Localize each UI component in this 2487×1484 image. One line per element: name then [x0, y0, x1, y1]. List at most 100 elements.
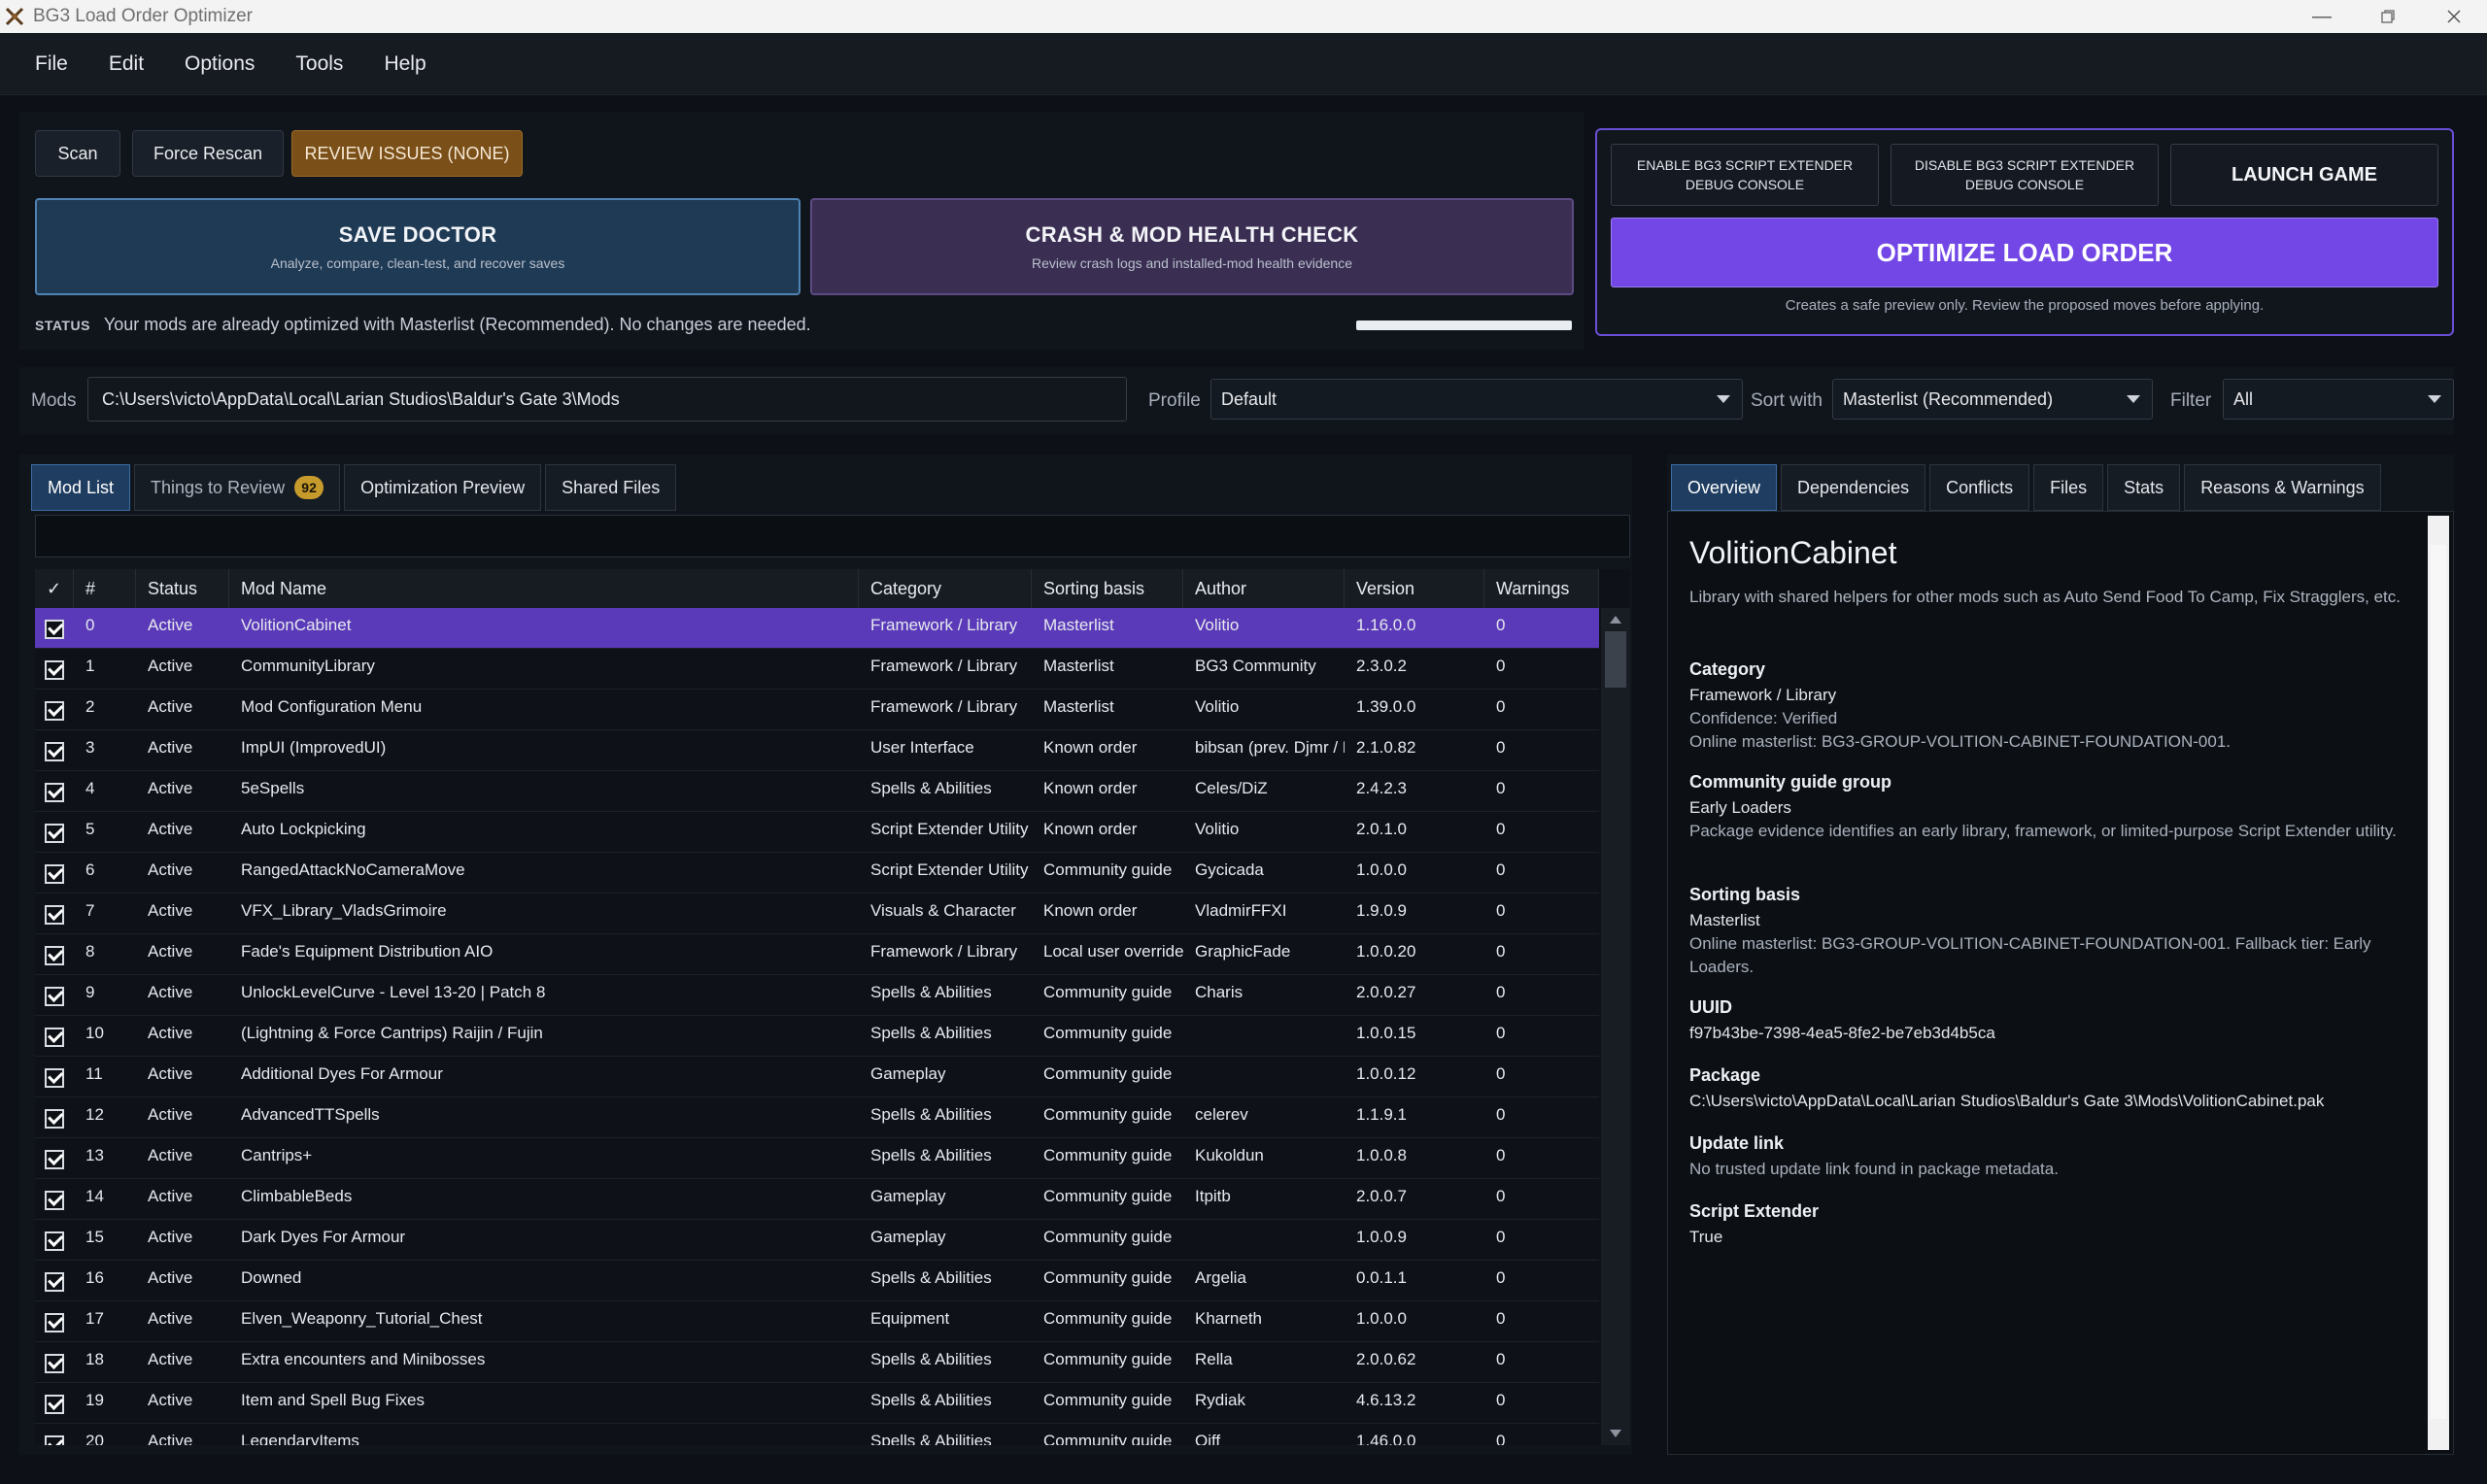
- header-author[interactable]: Author: [1183, 569, 1345, 608]
- review-issues-button[interactable]: REVIEW ISSUES (NONE): [291, 130, 523, 177]
- crash-health-check-button[interactable]: CRASH & MOD HEALTH CHECK Review crash lo…: [810, 198, 1574, 295]
- table-row[interactable]: 9 Active UnlockLevelCurve - Level 13-20 | …: [35, 975, 1599, 1016]
- row-checkbox[interactable]: [45, 1191, 64, 1210]
- header-category[interactable]: Category: [859, 569, 1032, 608]
- tab-stats[interactable]: Stats: [2107, 464, 2181, 511]
- table-row[interactable]: 5 Active Auto Lockpicking Script Extender U…: [35, 812, 1599, 853]
- table-row[interactable]: 8 Active Fade's Equipment Distribution AIO…: [35, 934, 1599, 975]
- table-row[interactable]: 13 Active Cantrips+ Spells & Abilities Commu…: [35, 1138, 1599, 1179]
- table-row[interactable]: 4 Active 5eSpells Spells & Abilities Known o…: [35, 771, 1599, 812]
- row-version: 1.0.0.0: [1356, 860, 1407, 879]
- menu-file[interactable]: File: [35, 52, 68, 76]
- table-row[interactable]: 0 Active VolitionCabinet Framework / Librar…: [35, 608, 1599, 649]
- menu-help[interactable]: Help: [384, 52, 426, 76]
- row-checkbox[interactable]: [45, 1150, 64, 1169]
- row-version: 2.4.2.3: [1356, 779, 1407, 797]
- row-checkbox[interactable]: [45, 1354, 64, 1373]
- table-row[interactable]: 17 Active Elven_Weaponry_Tutorial_Chest Equ…: [35, 1301, 1599, 1342]
- tab-things-to-review[interactable]: Things to Review 92: [134, 464, 341, 511]
- row-sorting-basis: Community guide: [1043, 1391, 1173, 1409]
- row-author: Volitio: [1195, 697, 1240, 716]
- mod-search-input[interactable]: [35, 515, 1630, 557]
- table-row[interactable]: 19 Active Item and Spell Bug Fixes Spells &…: [35, 1383, 1599, 1424]
- header-warnings[interactable]: Warnings: [1484, 569, 1599, 608]
- row-checkbox[interactable]: [45, 864, 64, 884]
- row-checkbox[interactable]: [45, 783, 64, 802]
- row-checkbox[interactable]: [45, 1231, 64, 1251]
- tab-dependencies[interactable]: Dependencies: [1781, 464, 1926, 511]
- row-status: Active: [148, 1432, 193, 1445]
- save-doctor-button[interactable]: SAVE DOCTOR Analyze, compare, clean-test…: [35, 198, 801, 295]
- row-checkbox[interactable]: [45, 1068, 64, 1088]
- scroll-down-icon[interactable]: [1610, 1430, 1621, 1437]
- row-checkbox[interactable]: [45, 701, 64, 721]
- table-row[interactable]: 16 Active Downed Spells & Abilities Communit…: [35, 1261, 1599, 1301]
- header-check[interactable]: ✓: [35, 569, 74, 608]
- scrollbar-thumb[interactable]: [1605, 631, 1626, 688]
- header-number[interactable]: #: [74, 569, 136, 608]
- uuid-heading: UUID: [1689, 997, 1732, 1017]
- enable-debug-console-button[interactable]: ENABLE BG3 SCRIPT EXTENDER DEBUG CONSOLE: [1611, 144, 1879, 206]
- table-row[interactable]: 7 Active VFX_Library_VladsGrimoire Visuals …: [35, 894, 1599, 934]
- table-row[interactable]: 18 Active Extra encounters and Minibosses S…: [35, 1342, 1599, 1383]
- scroll-up-icon[interactable]: [1610, 616, 1621, 624]
- table-scrollbar[interactable]: [1601, 608, 1630, 1445]
- row-checkbox[interactable]: [45, 824, 64, 843]
- table-row[interactable]: 12 Active AdvancedTTSpells Spells & Abiliti…: [35, 1097, 1599, 1138]
- table-row[interactable]: 15 Active Dark Dyes For Armour Gameplay Comm…: [35, 1220, 1599, 1261]
- menu-edit[interactable]: Edit: [109, 52, 144, 76]
- close-icon[interactable]: [2421, 0, 2487, 33]
- scan-button[interactable]: Scan: [35, 130, 120, 177]
- table-row[interactable]: 14 Active ClimbableBeds Gameplay Community g…: [35, 1179, 1599, 1220]
- row-checkbox[interactable]: [45, 620, 64, 639]
- minimize-icon[interactable]: —: [2289, 0, 2355, 33]
- sort-select[interactable]: Masterlist (Recommended): [1832, 379, 2153, 420]
- table-row[interactable]: 1 Active CommunityLibrary Framework / Libra…: [35, 649, 1599, 690]
- optimize-load-order-button[interactable]: OPTIMIZE LOAD ORDER: [1611, 218, 2438, 287]
- row-checkbox[interactable]: [45, 742, 64, 761]
- table-row[interactable]: 6 Active RangedAttackNoCameraMove Script Ex…: [35, 853, 1599, 894]
- row-checkbox[interactable]: [45, 1028, 64, 1047]
- force-rescan-button[interactable]: Force Rescan: [132, 130, 284, 177]
- row-checkbox[interactable]: [45, 905, 64, 925]
- review-count-badge: 92: [294, 476, 324, 499]
- table-row[interactable]: 3 Active ImpUI (ImprovedUI) User Interface K…: [35, 730, 1599, 771]
- row-checkbox[interactable]: [45, 946, 64, 965]
- tab-mod-list[interactable]: Mod List: [31, 464, 131, 511]
- row-checkbox[interactable]: [45, 1272, 64, 1292]
- tab-conflicts[interactable]: Conflicts: [1929, 464, 2030, 511]
- restore-icon[interactable]: [2355, 0, 2421, 33]
- detail-scrollbar-thumb[interactable]: [2431, 545, 2446, 1419]
- row-number: 20: [85, 1432, 104, 1445]
- header-mod-name[interactable]: Mod Name: [229, 569, 859, 608]
- row-checkbox[interactable]: [45, 1109, 64, 1129]
- tab-shared-files[interactable]: Shared Files: [545, 464, 677, 511]
- row-version: 1.0.0.20: [1356, 942, 1416, 961]
- menu-options[interactable]: Options: [185, 52, 255, 76]
- row-checkbox[interactable]: [45, 1313, 64, 1332]
- row-status: Active: [148, 1391, 193, 1409]
- header-status[interactable]: Status: [136, 569, 229, 608]
- table-row[interactable]: 2 Active Mod Configuration Menu Framework /…: [35, 690, 1599, 730]
- row-warnings: 0: [1496, 1187, 1506, 1205]
- table-row[interactable]: 20 Active LegendaryItems Spells & Abilities…: [35, 1424, 1599, 1445]
- launch-game-button[interactable]: LAUNCH GAME: [2170, 144, 2438, 206]
- header-version[interactable]: Version: [1345, 569, 1484, 608]
- row-checkbox[interactable]: [45, 1435, 64, 1445]
- table-row[interactable]: 10 Active (Lightning & Force Cantrips) Rai…: [35, 1016, 1599, 1057]
- profile-select[interactable]: Default: [1210, 379, 1743, 420]
- header-sorting-basis[interactable]: Sorting basis: [1032, 569, 1183, 608]
- menu-tools[interactable]: Tools: [295, 52, 343, 76]
- disable-debug-console-button[interactable]: DISABLE BG3 SCRIPT EXTENDER DEBUG CONSOL…: [1891, 144, 2159, 206]
- row-checkbox[interactable]: [45, 1395, 64, 1414]
- tab-files[interactable]: Files: [2033, 464, 2104, 511]
- row-checkbox[interactable]: [45, 987, 64, 1006]
- mods-path-input[interactable]: C:\Users\victo\AppData\Local\Larian Stud…: [87, 377, 1127, 422]
- detail-scrollbar[interactable]: [2428, 516, 2449, 1450]
- filter-select[interactable]: All: [2223, 379, 2454, 420]
- row-checkbox[interactable]: [45, 660, 64, 680]
- tab-optimization-preview[interactable]: Optimization Preview: [344, 464, 542, 511]
- tab-reasons-warnings[interactable]: Reasons & Warnings: [2184, 464, 2381, 511]
- tab-overview[interactable]: Overview: [1671, 464, 1778, 511]
- table-row[interactable]: 11 Active Additional Dyes For Armour Gamepl…: [35, 1057, 1599, 1097]
